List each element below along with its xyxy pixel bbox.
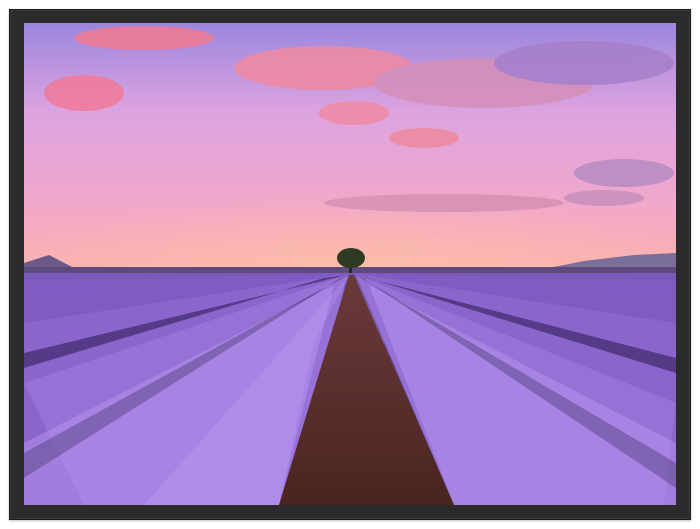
poster — [0, 0, 700, 529]
lavender-field-photo — [24, 23, 676, 505]
landscape-illustration — [24, 23, 676, 505]
